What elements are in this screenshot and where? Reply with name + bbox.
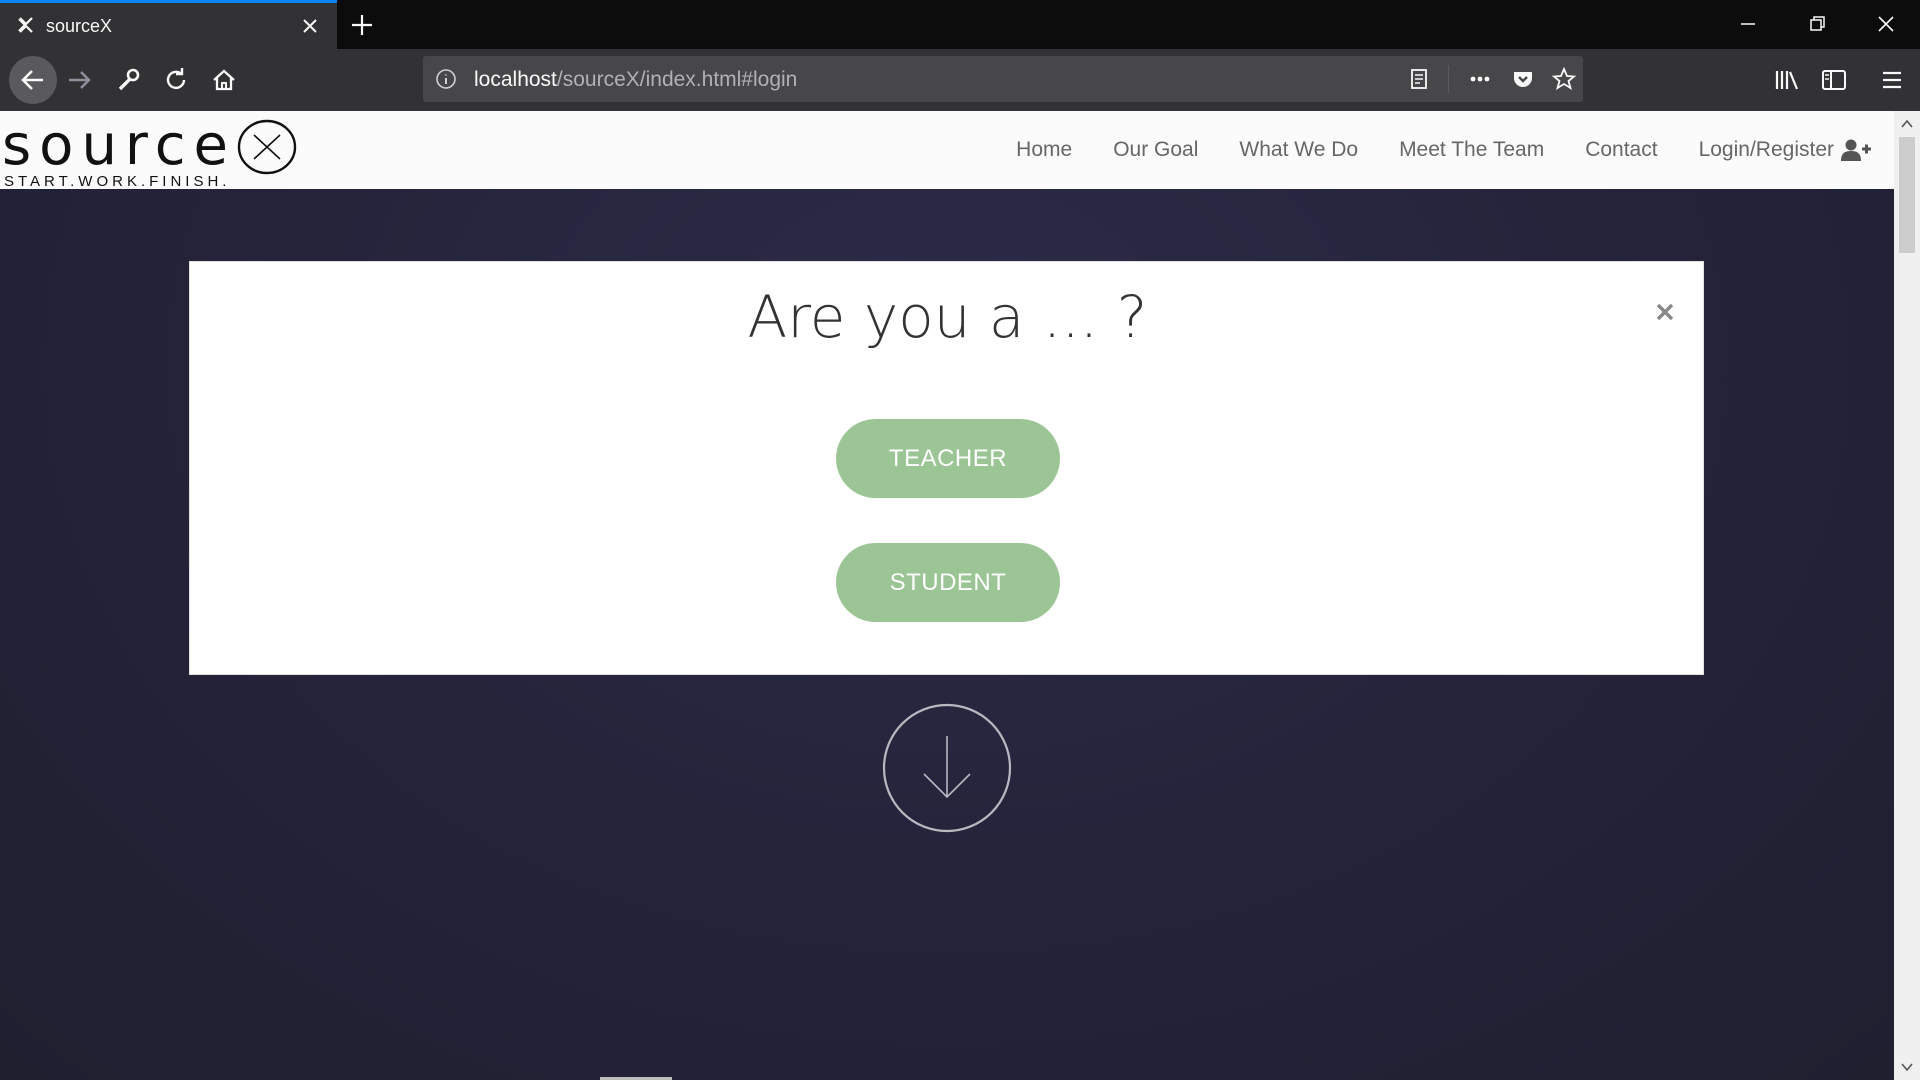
scroll-down-icon[interactable] — [1900, 1060, 1914, 1074]
site-menu: Home Our Goal What We Do Meet The Team C… — [975, 138, 1872, 162]
page-actions-more-icon[interactable] — [1467, 66, 1493, 92]
vertical-scrollbar[interactable] — [1894, 111, 1920, 1080]
site-favicon-icon — [18, 17, 33, 33]
tab-title: sourceX — [46, 16, 113, 36]
scroll-down-arrow-icon[interactable] — [882, 703, 1012, 833]
hamburger-menu-icon[interactable] — [1872, 60, 1912, 100]
logo-tagline: START.WORK.FINISH. — [4, 173, 231, 190]
back-button[interactable] — [9, 56, 57, 104]
new-tab-plus-icon[interactable] — [345, 8, 379, 42]
browser-tab-active[interactable]: sourceX — [0, 0, 337, 49]
close-window-icon[interactable] — [1871, 9, 1901, 39]
menu-login-register[interactable]: Login/Register — [1699, 138, 1834, 162]
wrench-icon[interactable] — [108, 60, 148, 100]
url-text[interactable]: localhost/sourceX/index.html#login — [474, 68, 797, 92]
back-arrow-icon — [21, 70, 43, 90]
url-path: /sourceX/index.html#login — [556, 68, 798, 91]
menu-our-goal[interactable]: Our Goal — [1113, 138, 1198, 162]
minimize-window-icon[interactable] — [1733, 9, 1763, 39]
menu-meet-the-team[interactable]: Meet The Team — [1399, 138, 1544, 162]
url-host: localhost — [474, 68, 557, 91]
menu-contact[interactable]: Contact — [1585, 138, 1657, 162]
close-tab-icon[interactable] — [296, 12, 324, 40]
reader-view-icon[interactable] — [1406, 66, 1432, 92]
modal-title: Are you a ... ? — [747, 283, 1148, 351]
forward-arrow-icon[interactable] — [60, 60, 100, 100]
sidebar-toggle-icon[interactable] — [1814, 60, 1854, 100]
page-viewport: source START.WORK.FINISH. Home Our Goal … — [0, 111, 1920, 1080]
pocket-icon[interactable] — [1510, 66, 1536, 92]
teacher-button[interactable]: TEACHER — [836, 419, 1060, 498]
browser-navigation-bar: localhost/sourceX/index.html#login — [0, 49, 1920, 111]
library-icon[interactable] — [1767, 60, 1807, 100]
role-selection-modal: Are you a ... ? TEACHER STUDENT — [189, 261, 1704, 675]
menu-home[interactable]: Home — [1016, 138, 1072, 162]
bookmark-star-icon[interactable] — [1551, 66, 1577, 92]
menu-what-we-do[interactable]: What We Do — [1239, 138, 1358, 162]
home-icon[interactable] — [204, 60, 244, 100]
reload-icon[interactable] — [156, 60, 196, 100]
browser-tab-bar: sourceX — [0, 0, 1920, 49]
user-plus-icon[interactable] — [1840, 138, 1872, 162]
site-header: source START.WORK.FINISH. Home Our Goal … — [0, 111, 1894, 190]
logo-x-circle-icon[interactable] — [237, 119, 297, 175]
site-info-icon[interactable] — [435, 68, 457, 90]
student-button[interactable]: STUDENT — [836, 543, 1060, 622]
scrollbar-thumb[interactable] — [1899, 137, 1915, 253]
scroll-up-icon[interactable] — [1900, 117, 1914, 131]
restore-window-icon[interactable] — [1802, 9, 1832, 39]
url-separator — [1448, 65, 1449, 93]
modal-close-icon[interactable] — [1651, 298, 1679, 326]
logo-wordmark[interactable]: source — [2, 113, 236, 178]
address-bar[interactable]: localhost/sourceX/index.html#login — [423, 56, 1583, 102]
